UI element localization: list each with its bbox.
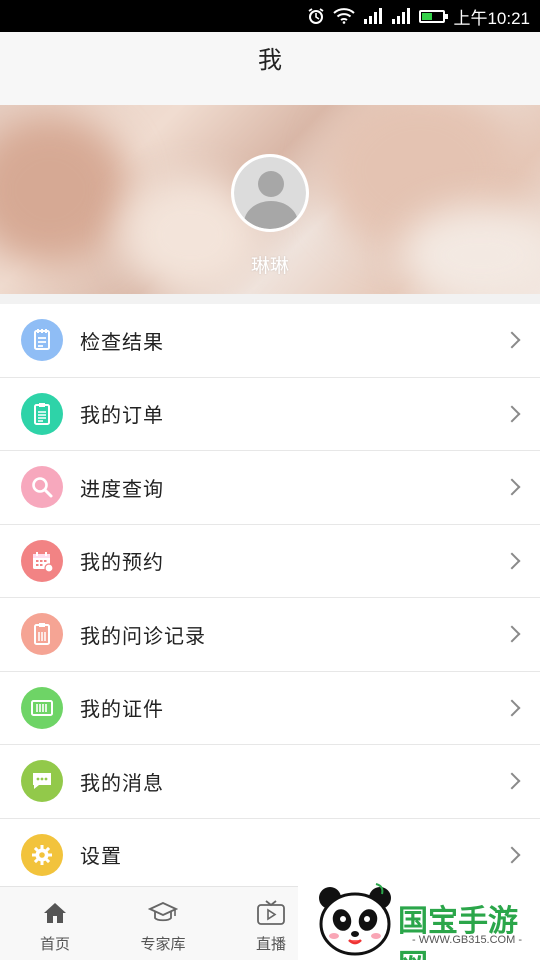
menu-item-label: 我的证件	[80, 699, 164, 722]
status-bar: 上午10:21	[0, 0, 540, 32]
menu-item-my-orders[interactable]: 我的订单	[0, 378, 540, 451]
menu-item-my-documents[interactable]: 我的证件	[0, 672, 540, 745]
watermark-brand: 国宝手游网	[398, 905, 518, 960]
order-clipboard-icon	[21, 392, 63, 435]
id-card-icon	[21, 686, 63, 729]
search-icon	[21, 466, 63, 509]
chevron-right-icon	[503, 552, 521, 570]
menu-item-label: 我的预约	[80, 552, 164, 575]
chevron-right-icon	[503, 331, 521, 349]
tab-label: 直播	[255, 936, 286, 953]
menu-item-label: 我的订单	[80, 405, 164, 428]
message-icon	[21, 760, 63, 803]
panda-logo-icon	[319, 883, 391, 956]
menu-item-check-results[interactable]: 检查结果	[0, 304, 540, 378]
chevron-right-icon	[503, 699, 521, 717]
menu-item-label: 我的消息	[80, 772, 164, 795]
tab-label: 专家库	[140, 936, 186, 953]
status-time: 上午10:21	[453, 8, 530, 28]
signal-icon-1	[363, 8, 383, 24]
profile-banner: 琳琳	[0, 105, 540, 294]
chevron-right-icon	[503, 846, 521, 864]
alarm-icon	[307, 7, 325, 25]
chevron-right-icon	[503, 478, 521, 496]
menu-list: 检查结果 我的订单 进度查询 我的预约 我的问诊记录 我的证件 我的消息 设置	[0, 304, 540, 892]
calendar-icon	[21, 539, 63, 582]
record-clipboard-icon	[21, 613, 63, 656]
watermark-url: - WWW.GB315.COM -	[412, 934, 522, 946]
menu-item-my-messages[interactable]: 我的消息	[0, 745, 540, 819]
menu-item-label: 我的问诊记录	[80, 625, 206, 648]
home-icon	[42, 899, 68, 927]
tab-home[interactable]: 首页	[0, 887, 110, 960]
menu-item-my-appointments[interactable]: 我的预约	[0, 525, 540, 598]
menu-item-consultation-records[interactable]: 我的问诊记录	[0, 598, 540, 672]
tab-expert-library[interactable]: 专家库	[108, 887, 218, 960]
page-header: 我	[0, 32, 540, 105]
signal-icon-2	[391, 8, 411, 24]
watermark: 国宝手游网 - WWW.GB315.COM -	[298, 874, 540, 960]
page-title: 我	[258, 47, 282, 74]
username: 琳琳	[250, 256, 289, 277]
tab-label: 首页	[39, 936, 70, 953]
menu-item-label: 进度查询	[80, 478, 164, 501]
tv-play-icon	[256, 899, 286, 927]
banner-background-blob	[0, 115, 130, 265]
avatar[interactable]	[231, 154, 309, 232]
menu-item-label: 设置	[80, 846, 122, 869]
wifi-icon	[333, 8, 356, 24]
graduation-cap-icon	[148, 899, 178, 927]
report-icon	[21, 319, 63, 362]
avatar-placeholder-icon	[234, 157, 306, 229]
gear-icon	[21, 833, 63, 876]
menu-item-progress-query[interactable]: 进度查询	[0, 451, 540, 525]
menu-item-label: 检查结果	[80, 331, 164, 354]
battery-icon	[419, 9, 449, 23]
chevron-right-icon	[503, 405, 521, 423]
chevron-right-icon	[503, 625, 521, 643]
chevron-right-icon	[503, 772, 521, 790]
